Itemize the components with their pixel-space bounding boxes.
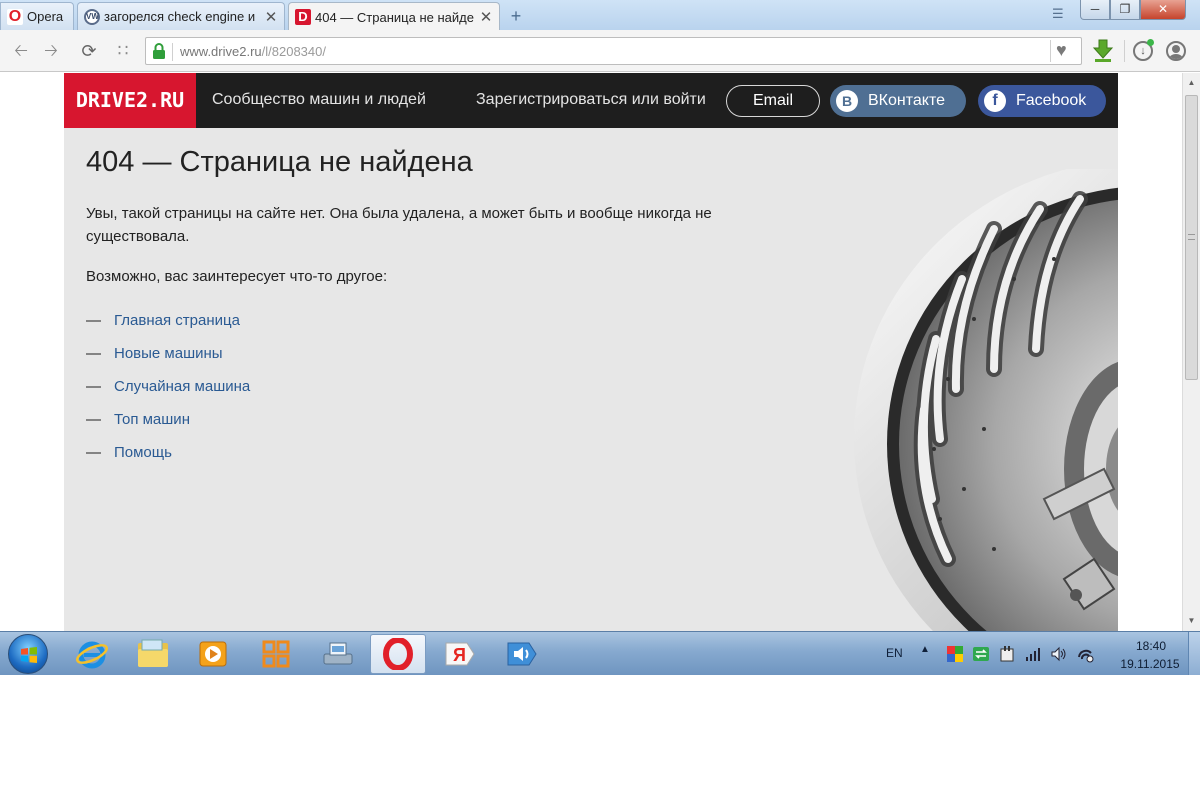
list-item: — Главная страница — [86, 312, 240, 329]
tab-label: загорелся check engine и — [104, 9, 256, 24]
tray-app-icon[interactable] — [946, 645, 964, 663]
error-description: Увы, такой страницы на сайте нет. Она бы… — [86, 205, 712, 245]
vw-favicon-icon: VW — [84, 8, 100, 25]
language-indicator[interactable]: EN — [886, 646, 903, 660]
list-item: — Топ машин — [86, 411, 190, 428]
new-tab-button[interactable]: + — [506, 6, 526, 27]
address-bar[interactable]: www.drive2.ru/l/8208340/ ♥ — [145, 37, 1082, 65]
site-logo[interactable]: DRIVE2.RU — [64, 73, 196, 128]
office-icon[interactable] — [248, 634, 304, 674]
url-text[interactable]: www.drive2.ru/l/8208340/ — [180, 44, 326, 59]
list-item: — Новые машины — [86, 345, 223, 362]
close-tab-icon[interactable]: ✕ — [262, 8, 280, 26]
scroll-up-icon[interactable]: ▲ — [1183, 75, 1200, 91]
volume-icon[interactable] — [1050, 645, 1068, 663]
media-player-icon[interactable] — [185, 634, 241, 674]
yandex-icon[interactable]: Я — [432, 634, 488, 674]
internet-explorer-icon[interactable] — [64, 634, 120, 674]
signal-icon[interactable] — [1024, 645, 1042, 663]
toolbar-separator — [1124, 40, 1125, 62]
tab-menu-icon[interactable]: ☰ — [1052, 6, 1064, 22]
account-icon[interactable] — [1166, 41, 1186, 61]
close-window-button[interactable]: ✕ — [1140, 0, 1186, 20]
list-item: — Случайная машина — [86, 378, 251, 395]
back-arrow-icon[interactable]: 🡠 — [10, 41, 32, 61]
top-cars-link[interactable]: Топ машин — [114, 411, 190, 428]
new-cars-link[interactable]: Новые машины — [114, 345, 223, 362]
windows-flag-icon — [21, 647, 37, 663]
facebook-login-label: Facebook — [1016, 92, 1087, 109]
tab-404[interactable]: D 404 — Страница не найде ✕ — [288, 2, 500, 31]
file-explorer-icon[interactable] — [125, 634, 181, 674]
email-login-button[interactable]: Email — [726, 85, 820, 117]
help-link[interactable]: Помощь — [114, 444, 172, 461]
facebook-icon: f — [984, 90, 1006, 112]
minimize-button[interactable]: ─ — [1080, 0, 1110, 20]
drive2-favicon-icon: D — [295, 9, 311, 25]
navigation-bar: 🡠 🡢 ⟳ ∷ www.drive2.ru/l/8208340/ ♥ ↓ — [0, 30, 1200, 72]
speed-dial-icon[interactable]: ∷ — [112, 41, 134, 61]
page-title: 404 — Страница не найдена — [86, 146, 473, 178]
page: DRIVE2.RU Сообщество машин и людей Зарег… — [64, 73, 1118, 631]
opera-icon[interactable] — [370, 634, 426, 674]
svg-text:Я: Я — [453, 645, 466, 665]
opera-logo-icon: O — [7, 7, 23, 25]
facebook-login-button[interactable]: f Facebook — [978, 85, 1106, 117]
heart-icon[interactable]: ♥ — [1056, 40, 1067, 61]
blank-area — [0, 675, 1200, 791]
tab-check-engine[interactable]: VW загорелся check engine и ✕ — [77, 2, 285, 30]
opera-menu-label: Opera — [27, 9, 64, 24]
scroll-down-icon[interactable]: ▼ — [1183, 613, 1200, 629]
scanner-icon[interactable] — [310, 634, 366, 674]
vertical-scrollbar[interactable]: ▲ ▼ — [1182, 73, 1200, 631]
tray-device-icon[interactable] — [998, 645, 1016, 663]
vk-icon: B — [836, 90, 858, 112]
brake-disc-illustration — [854, 169, 1118, 631]
screen: O Opera VW загорелся check engine и ✕ D … — [0, 0, 1200, 791]
scroll-thumb[interactable] — [1185, 95, 1198, 380]
close-tab-icon[interactable]: ✕ — [477, 8, 495, 26]
url-separator — [1050, 40, 1051, 62]
show-hidden-icons-icon[interactable]: ▲ — [920, 644, 930, 655]
clock-date[interactable]: 19.11.2015 — [1110, 657, 1190, 671]
browser-viewport: DRIVE2.RU Сообщество машин и людей Зарег… — [0, 73, 1200, 631]
opera-menu-tab[interactable]: O Opera — [0, 2, 74, 30]
random-car-link[interactable]: Случайная машина — [114, 378, 250, 395]
list-item: — Помощь — [86, 444, 172, 461]
network-icon[interactable] — [1076, 645, 1094, 663]
download-icon[interactable] — [1092, 39, 1114, 63]
lock-icon — [153, 43, 165, 59]
tab-strip: O Opera VW загорелся check engine и ✕ D … — [0, 0, 1200, 31]
scroll-grip — [1188, 234, 1195, 240]
reload-icon[interactable]: ⟳ — [78, 41, 100, 61]
suggested-links: — Главная страница — Новые машины — Случайн… — [86, 312, 250, 477]
site-tagline[interactable]: Сообщество машин и людей — [212, 91, 426, 109]
vk-login-button[interactable]: B ВКонтакте — [830, 85, 966, 117]
show-desktop-button[interactable] — [1188, 632, 1200, 676]
speaker-app-icon[interactable] — [494, 634, 550, 674]
url-separator — [172, 43, 173, 61]
vk-login-label: ВКонтакте — [868, 92, 945, 109]
home-link[interactable]: Главная страница — [114, 312, 240, 329]
site-header: DRIVE2.RU Сообщество машин и людей Зарег… — [64, 73, 1118, 128]
maximize-button[interactable]: ❐ — [1110, 0, 1140, 20]
windows-start-icon[interactable] — [8, 634, 48, 674]
tab-label: 404 — Страница не найде — [315, 9, 474, 25]
tray-sync-icon[interactable] — [972, 645, 990, 663]
clock-time[interactable]: 18:40 — [1120, 639, 1182, 653]
update-badge-icon — [1147, 39, 1154, 46]
forward-arrow-icon[interactable]: 🡢 — [40, 41, 62, 61]
suggestion-text: Возможно, вас заинтересует что-то другое… — [86, 268, 388, 285]
login-link[interactable]: Зарегистрироваться или войти — [476, 91, 706, 109]
taskbar: Я EN ▲ 18:40 19.11.2015 — [0, 631, 1200, 676]
